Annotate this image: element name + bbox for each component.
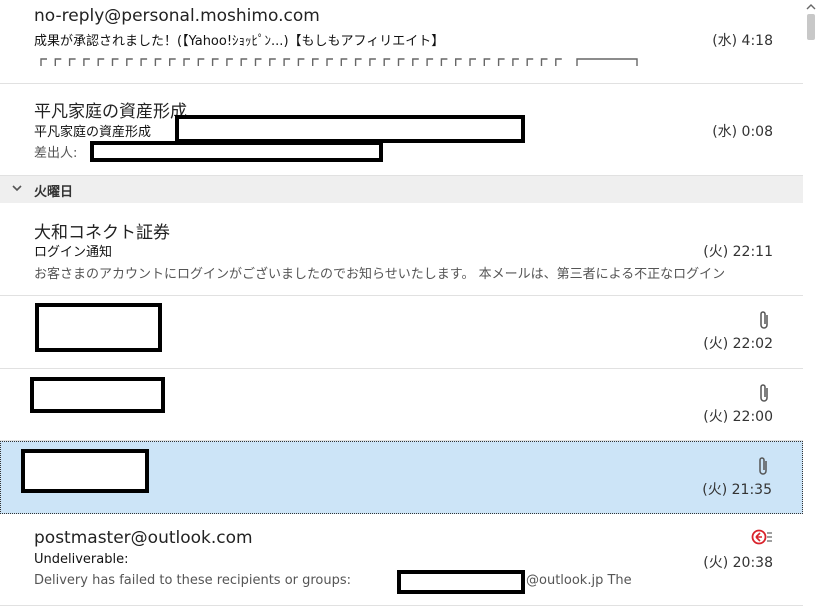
reply-icon [751,529,772,545]
message-time: (火) 22:02 [703,336,773,352]
message-preview-suffix: @outlook.jp The [526,573,632,588]
placeholder-glyphs [40,58,638,66]
message-sender: 平凡家庭の資産形成 [34,102,187,122]
placeholder-glyph [254,58,262,66]
placeholder-glyph [440,58,448,66]
paperclip-icon [760,311,768,329]
placeholder-glyph [169,58,176,66]
message-subject: 成果が承認されました！(【Yahoo!ｼｮｯﾋﾟﾝ...)【もしもアフィリエイト… [34,34,445,49]
placeholder-glyph [54,58,62,66]
message-subject: Undeliverable: [34,552,129,567]
placeholder-glyph [140,58,148,66]
placeholder-glyph [540,58,548,66]
placeholder-glyph [226,58,233,66]
placeholder-glyph [40,58,47,66]
message-time: (水) 4:18 [712,33,773,49]
paperclip-icon [760,384,768,402]
placeholder-glyph [111,58,119,66]
group-label: 火曜日 [34,185,74,200]
message-preview-label: 差出人: [34,146,78,161]
message-sender: 大和コネクト証券 [34,223,170,243]
placeholder-glyph [512,58,519,66]
placeholder-glyph [412,58,419,66]
placeholder-glyph [197,58,205,66]
message-item[interactable]: 平凡家庭の資産形成 平凡家庭の資産形成 差出人: (水) 0:08 [0,84,803,176]
scroll-thumb[interactable] [807,14,815,40]
redaction-box [175,115,525,143]
message-item[interactable]: 大和コネクト証券 ログイン通知 お客さまのアカウントにログインがございましたので… [0,203,803,296]
placeholder-glyph [340,58,348,66]
message-time: (火) 22:00 [703,409,773,425]
message-item[interactable]: (火) 22:02 [0,296,803,369]
placeholder-glyph [126,58,133,66]
message-preview: お客さまのアカウントにログインがございましたのでお知らせいたします。 本メールは… [34,267,726,282]
placeholder-glyph [469,58,476,66]
message-item-selected[interactable]: (火) 21:35 [0,441,803,514]
scroll-up-arrow-icon[interactable] [806,2,816,12]
placeholder-glyph [97,58,105,66]
placeholder-glyph [576,58,638,66]
placeholder-glyph [211,58,219,66]
placeholder-glyph [369,58,376,66]
message-time: (火) 20:38 [703,555,773,571]
placeholder-glyph [269,58,276,66]
placeholder-glyph [83,58,90,66]
message-sender: postmaster@outlook.com [34,528,253,548]
message-time: (火) 21:35 [702,482,772,498]
redaction-box [30,377,165,413]
placeholder-glyph [354,58,362,66]
placeholder-glyph [326,58,333,66]
redaction-box [21,449,149,493]
vertical-scrollbar[interactable] [803,0,819,610]
redaction-box [397,570,525,594]
message-sender: no-reply@personal.moshimo.com [34,6,320,26]
chevron-down-icon[interactable] [11,182,23,194]
message-preview: Delivery has failed to these recipients … [34,573,352,588]
placeholder-glyph [555,58,562,66]
placeholder-glyph [483,58,491,66]
group-header-tuesday[interactable]: 火曜日 [0,176,803,203]
message-item[interactable]: (火) 22:00 [0,369,803,441]
placeholder-glyph [397,58,405,66]
paperclip-icon [759,457,767,475]
message-item[interactable]: postmaster@outlook.com Undeliverable: De… [0,514,803,606]
message-list: no-reply@personal.moshimo.com 成果が承認されました… [0,0,803,610]
placeholder-glyph [455,58,462,66]
placeholder-glyph [497,58,505,66]
placeholder-glyph [297,58,305,66]
message-subject: ログイン通知 [34,245,113,260]
message-subject: 平凡家庭の資産形成 [34,125,152,140]
redaction-box [35,303,162,352]
placeholder-glyph [283,58,291,66]
placeholder-glyph [426,58,434,66]
placeholder-glyph [68,58,76,66]
redaction-box [90,141,383,162]
message-time: (火) 22:11 [703,244,773,260]
placeholder-glyph [312,58,319,66]
placeholder-glyph [526,58,534,66]
placeholder-glyph [383,58,391,66]
placeholder-glyph [240,58,248,66]
message-item[interactable]: no-reply@personal.moshimo.com 成果が承認されました… [0,0,803,84]
placeholder-glyph [183,58,190,66]
message-time: (水) 0:08 [712,124,773,140]
placeholder-glyph [154,58,162,66]
